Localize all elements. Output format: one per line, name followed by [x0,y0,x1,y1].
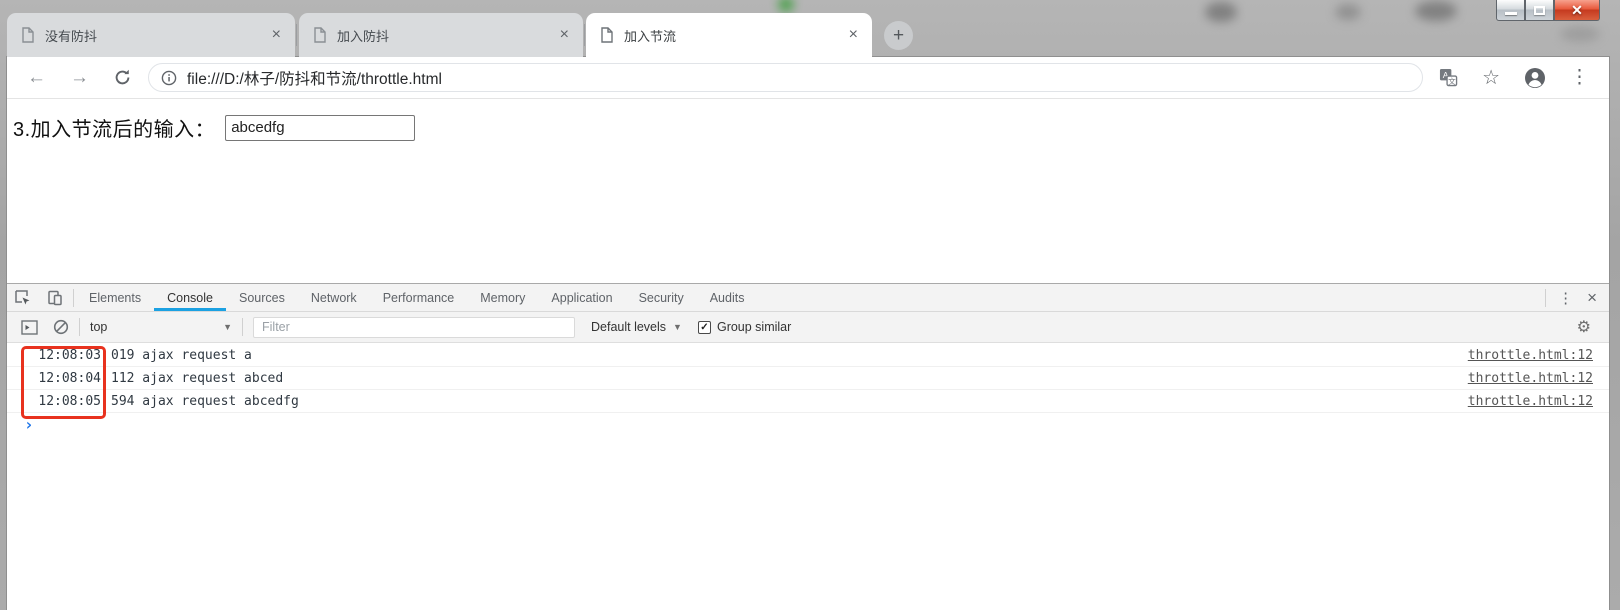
gear-icon[interactable]: ⚙ [1577,317,1603,337]
log-source-link[interactable]: throttle.html:12 [1468,394,1593,409]
tab-divider [584,24,585,46]
console-prompt-row[interactable]: › [7,413,1609,437]
log-source-link[interactable]: throttle.html:12 [1468,371,1593,386]
address-bar[interactable]: file:///D:/林子/防抖和节流/throttle.html [148,63,1424,92]
tab-strip: 没有防抖 × 加入防抖 × 加入节流 × + [0,0,1620,57]
devtools-tab-bar: Elements Console Sources Network Perform… [7,284,1609,312]
bookmark-star-icon[interactable]: ☆ [1482,68,1500,88]
new-tab-button[interactable]: + [884,21,913,50]
console-log-row: 12:08:04 112 ajax request abced throttle… [7,367,1609,390]
close-window-button[interactable]: ✕ [1554,0,1600,21]
browser-toolbar: ← → file:///D:/林子/防抖和节流/throttle.html A文… [7,57,1609,99]
screenshot-root: ✕ 没有防抖 × 加入防抖 × 加入节流 × + ← → file:///D:/… [0,0,1620,610]
console-toolbar: top ▼ Default levels ▼ ✓ Group similar ⚙ [7,312,1609,343]
devtools-tab-console[interactable]: Console [154,284,226,311]
group-similar-control[interactable]: ✓ Group similar [697,320,792,334]
devtools-tab-audits[interactable]: Audits [697,284,758,311]
throttle-text-input[interactable] [225,114,416,141]
maximize-button[interactable] [1525,0,1554,21]
console-log-row: 12:08:03 019 ajax request a throttle.htm… [7,344,1609,367]
group-similar-label: Group similar [716,320,792,334]
tab-close-icon[interactable]: × [556,27,573,43]
execution-context-selector[interactable]: top ▼ [82,320,240,334]
page-info-icon[interactable] [161,70,177,86]
context-label: top [90,320,108,334]
nav-buttons: ← → [7,68,148,87]
browser-tab-throttle-active[interactable]: 加入节流 × [586,13,872,57]
translate-icon[interactable]: A文 [1439,68,1458,87]
device-toolbar-button[interactable] [39,285,71,311]
console-output: 12:08:03 019 ajax request a throttle.htm… [7,344,1609,610]
reload-button[interactable] [113,68,132,87]
profile-avatar-icon[interactable] [1524,67,1546,89]
document-icon [314,27,326,43]
tab-divider [296,24,297,46]
divider [73,288,74,307]
devtools-tab-network[interactable]: Network [298,284,370,311]
device-toolbar-icon [48,290,62,305]
browser-window-body: ← → file:///D:/林子/防抖和节流/throttle.html A文… [7,57,1609,610]
chevron-down-icon: ▼ [673,322,682,332]
plus-icon: + [892,24,905,46]
forward-button[interactable]: → [70,68,89,87]
tab-close-icon[interactable]: × [845,27,862,43]
devtools-tab-performance[interactable]: Performance [370,284,468,311]
divider [242,318,243,336]
divider [1545,288,1547,307]
console-sidebar-icon [20,319,38,335]
devtools-panel: Elements Console Sources Network Perform… [7,283,1609,610]
inspect-cursor-icon [15,289,30,304]
minimize-button[interactable] [1496,0,1525,21]
tab-title: 加入防抖 [337,28,390,44]
log-timestamp: 12:08:04 [38,370,101,386]
devtools-menu-icon[interactable]: ⋮ [1548,289,1583,307]
console-log-row: 12:08:05 594 ajax request abcedfg thrott… [7,390,1609,413]
url-text[interactable]: file:///D:/林子/防抖和节流/throttle.html [187,67,442,89]
maximize-icon [1534,5,1545,15]
document-icon [22,27,34,43]
tab-close-icon[interactable]: × [268,27,285,43]
chevron-down-icon: ▼ [223,322,232,332]
levels-label: Default levels [591,320,667,334]
tab-title: 没有防抖 [45,28,98,44]
group-similar-checkbox[interactable]: ✓ [697,320,711,334]
log-message: 112 ajax request abced [111,370,284,386]
throttle-input-label: 3.加入节流后的输入： [13,119,216,141]
svg-text:文: 文 [1448,76,1456,86]
window-controls: ✕ [1496,0,1600,21]
log-timestamp: 12:08:05 [38,393,101,409]
devtools-tab-security[interactable]: Security [626,284,697,311]
minimize-icon [1504,11,1517,15]
clear-console-icon [53,319,69,335]
page-content: 3.加入节流后的输入： [7,99,1609,283]
console-sidebar-button[interactable] [13,314,45,340]
log-timestamp: 12:08:03 [38,347,101,363]
browser-menu-icon[interactable]: ⋮ [1570,68,1589,87]
clear-console-button[interactable] [45,314,77,340]
devtools-tab-memory[interactable]: Memory [467,284,538,311]
browser-tab-debounce[interactable]: 加入防抖 × [299,13,583,57]
inspect-element-button[interactable] [7,285,39,311]
back-button[interactable]: ← [27,68,46,87]
console-prompt-icon: › [24,415,34,434]
tab-title: 加入节流 [624,28,677,44]
devtools-tab-application[interactable]: Application [538,284,625,311]
document-icon [601,27,613,43]
log-levels-dropdown[interactable]: Default levels ▼ [583,320,690,334]
log-source-link[interactable]: throttle.html:12 [1468,348,1593,363]
devtools-close-icon[interactable]: × [1583,288,1609,308]
devtools-tab-sources[interactable]: Sources [226,284,298,311]
divider [79,318,80,336]
log-message: 019 ajax request a [111,347,252,363]
toolbar-right-icons: A文 ☆ ⋮ [1439,67,1609,89]
log-message: 594 ajax request abcedfg [111,393,299,409]
browser-tab-no-debounce[interactable]: 没有防抖 × [7,13,295,57]
devtools-tab-elements[interactable]: Elements [76,284,154,311]
close-icon: ✕ [1571,1,1583,18]
console-filter-input[interactable] [253,316,575,338]
